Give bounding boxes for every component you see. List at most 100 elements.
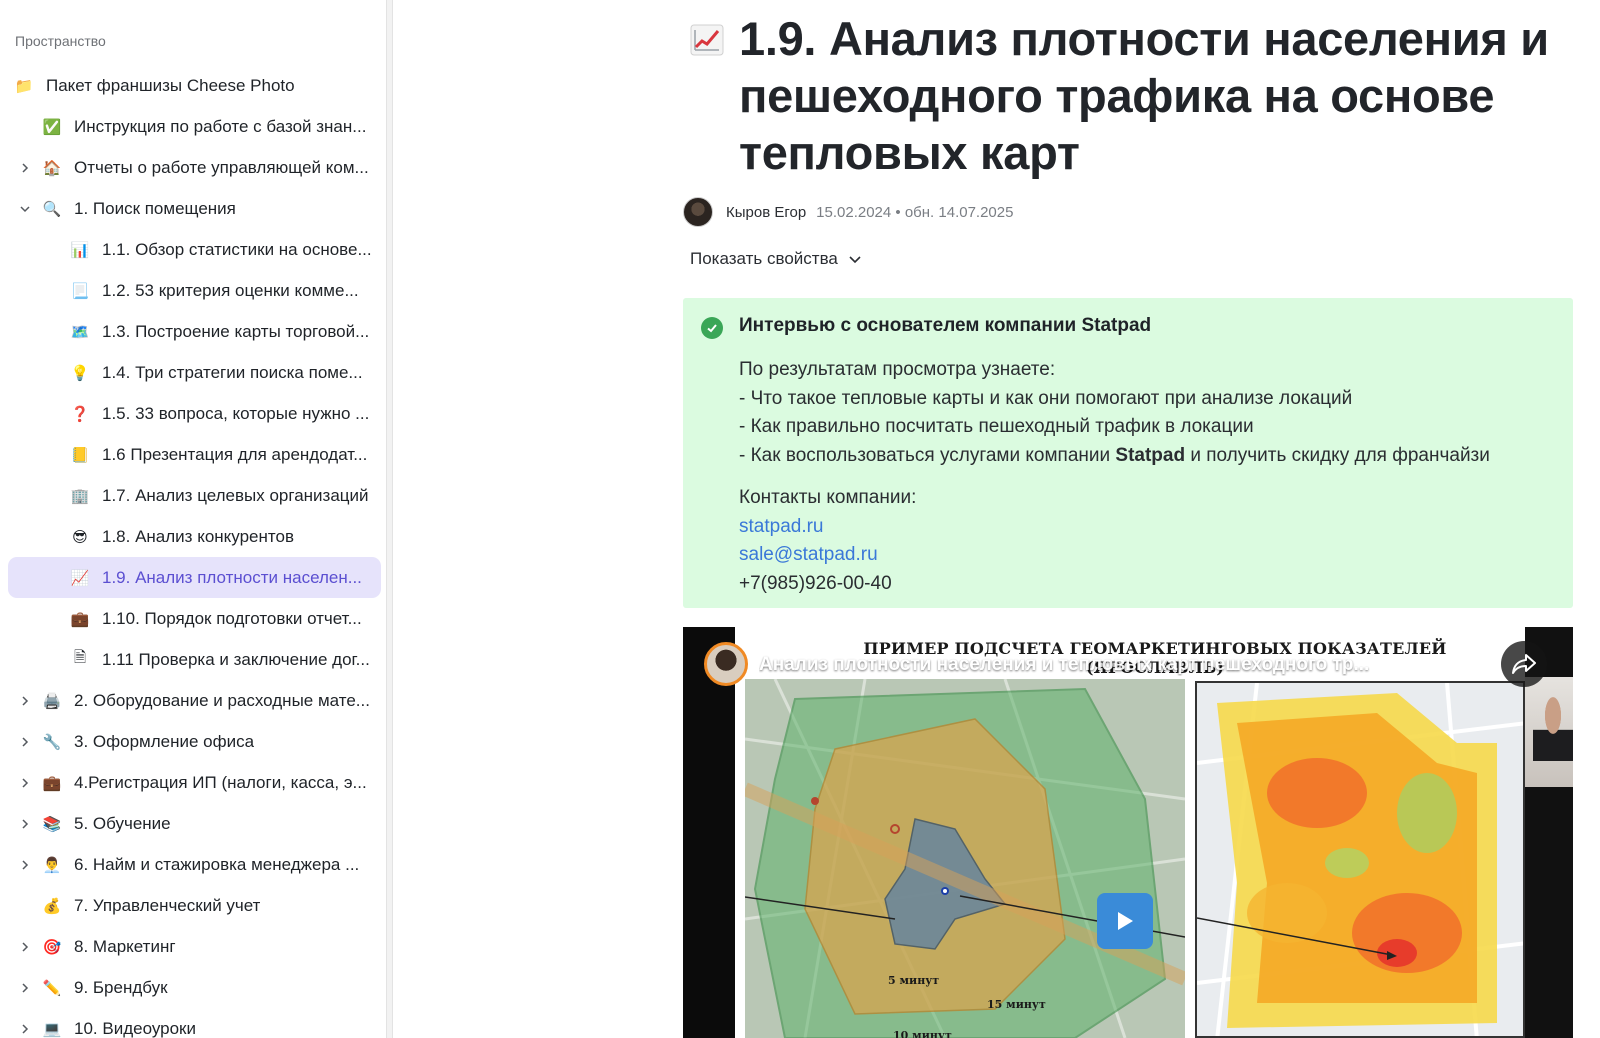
sidebar-item-label: 8. Маркетинг [74,936,176,956]
sidebar-item-label: 5. Обучение [74,813,171,833]
sidebar-item-label: 6. Найм и стажировка менеджера ... [74,854,360,874]
callout-bullet-bold: Statpad [1115,444,1186,466]
question-mark-icon: ❓ [70,405,90,423]
isochrone-map: 5 минут 10 минут [745,679,1185,1038]
sidebar-item-label: 4.Регистрация ИП (налоги, касса, э... [74,772,367,792]
document-icon: 🗎 [73,649,87,666]
chart-increasing-icon [689,22,725,58]
site-link[interactable]: statpad.ru [739,513,916,542]
chevron-right-icon[interactable] [18,940,32,954]
sidebar-item-label: 7. Управленческий учет [74,895,261,915]
sidebar-resize-handle[interactable] [386,0,393,1038]
sidebar-item[interactable]: 👨‍💼 6. Найм и стажировка менеджера ... [0,844,386,885]
channel-avatar[interactable] [704,642,748,686]
author-name[interactable]: Кыров Егор [726,204,806,221]
sidebar-item-label: 1.9. Анализ плотности населен... [102,567,362,587]
share-button[interactable] [1501,641,1547,687]
space-label: Пространство [15,33,106,49]
chevron-right-icon[interactable] [18,776,32,790]
pencil-icon: ✏️ [42,979,62,997]
sidebar-item[interactable]: 🖨️ 2. Оборудование и расходные мате... [0,680,386,721]
isochrone-label-10: 10 минут [893,1029,952,1038]
video-frame: ПРИМЕР ПОДСЧЕТА ГЕОМАРКЕТИНГОВЫХ ПОКАЗАТ… [735,627,1525,1038]
sidebar-item-label: 1.3. Построение карты торговой... [102,321,370,341]
video-letterbox [1525,787,1573,1038]
isochrone-label-5: 5 минут [888,974,940,987]
sidebar-item-label: 10. Видеоуроки [74,1018,196,1038]
chevron-right-icon[interactable] [18,735,32,749]
sidebar: Пространство 📁 Пакет франшизы Cheese Phot… [0,0,393,1038]
sidebar-item[interactable]: ❓ 1.5. 33 вопроса, которые нужно ... [0,393,386,434]
callout-bullet: - Как правильно посчитать пешеходный тра… [739,416,1254,437]
sidebar-item[interactable]: 📚 5. Обучение [0,803,386,844]
sidebar-item[interactable]: 🗺️ 1.3. Построение карты торговой... [0,311,386,352]
sidebar-item[interactable]: ✅ Инструкция по работе с базой знан... [0,106,386,147]
house-icon: 🏠 [42,159,62,177]
sidebar-item[interactable]: ✏️ 9. Брендбук [0,967,386,1008]
sidebar-item-label: 1.5. 33 вопроса, которые нужно ... [102,403,370,423]
play-button[interactable] [1097,893,1153,949]
share-arrow-icon [1512,654,1536,674]
contacts-label: Контакты компании: [739,487,917,508]
sidebar-item[interactable]: 🎯 8. Маркетинг [0,926,386,967]
sidebar-item[interactable]: 📒 1.6 Презентация для арендодат... [0,434,386,475]
sidebar-item[interactable]: 📃 1.2. 53 критерия оценки комме... [0,270,386,311]
page-dates: 15.02.2024 • обн. 14.07.2025 [816,203,1014,221]
callout-bullet: - Как воспользоваться услугами компании … [739,442,1490,471]
video-embed[interactable]: ПРИМЕР ПОДСЧЕТА ГЕОМАРКЕТИНГОВЫХ ПОКАЗАТ… [683,627,1573,1038]
sidebar-item[interactable]: 💡 1.4. Три стратегии поиска поме... [0,352,386,393]
printer-icon: 🖨️ [42,692,62,710]
author-row: Кыров Егор 15.02.2024 • обн. 14.07.2025 [683,197,1013,227]
sidebar-item[interactable]: 💻 10. Видеоуроки [0,1008,386,1038]
sidebar-item[interactable]: 📈 1.9. Анализ плотности населен... [8,557,381,598]
sidebar-item[interactable]: 💰 7. Управленческий учет [0,885,386,926]
callout-heading: Интервью с основателем компании Statpad [739,315,1152,336]
author-avatar[interactable] [683,197,713,227]
email-link[interactable]: sale@statpad.ru [739,541,916,570]
office-building-icon: 🏢 [70,487,90,505]
ledger-icon: 📒 [70,446,90,464]
chevron-right-icon[interactable] [18,817,32,831]
chevron-right-icon[interactable] [18,694,32,708]
chevron-right-icon[interactable] [18,1022,32,1036]
sidebar-item[interactable]: 🔍 1. Поиск помещения [0,188,386,229]
callout-contacts: Контакты компании: statpad.ru sale@statp… [739,484,916,598]
wrench-icon: 🔧 [42,733,62,751]
sidebar-item[interactable]: 🏠 Отчеты о работе управляющей ком... [0,147,386,188]
sidebar-item-label: 2. Оборудование и расходные мате... [74,690,370,710]
check-circle-icon [701,317,723,339]
sidebar-item-label: 1.7. Анализ целевых организаций [102,485,369,505]
sidebar-item-label: 1.6 Презентация для арендодат... [102,444,368,464]
sidebar-item[interactable]: 📊 1.1. Обзор статистики на основе... [0,229,386,270]
sidebar-item-label: 1.1. Обзор статистики на основе... [102,239,372,259]
chevron-right-icon[interactable] [18,161,32,175]
video-letterbox [683,627,735,1038]
callout-body: По результатам просмотра узнаете: - Что … [739,356,1490,470]
show-properties-button[interactable]: Показать свойства [690,249,862,269]
play-icon [1118,912,1133,930]
isochrone-label-15: 15 минут [987,998,1046,1011]
sidebar-item-label: 1.2. 53 критерия оценки комме... [102,280,359,300]
sidebar-item[interactable]: 😎 1.8. Анализ конкурентов [0,516,386,557]
books-icon: 📚 [42,815,62,833]
show-properties-label: Показать свойства [690,249,838,268]
sidebar-item-label: 9. Брендбук [74,977,168,997]
scroll-icon: 📃 [70,282,90,300]
chevron-down-icon[interactable] [18,202,32,216]
sidebar-item[interactable]: 🗎 1.11 Проверка и заключение дог... [0,639,386,680]
sidebar-item-label: Инструкция по работе с базой знан... [74,116,367,136]
chevron-right-icon[interactable] [18,981,32,995]
sidebar-item[interactable]: 📁 Пакет франшизы Cheese Photo [0,65,386,106]
sidebar-item[interactable]: 💼 1.10. Порядок подготовки отчет... [0,598,386,639]
man-icon: 👨‍💼 [42,856,62,874]
sidebar-item[interactable]: 🏢 1.7. Анализ целевых организаций [0,475,386,516]
phone-number: +7(985)926-00-40 [739,572,892,594]
video-title[interactable]: Анализ плотности населения и тепловых ка… [759,654,1399,676]
sidebar-item-label: 3. Оформление офиса [74,731,255,751]
sidebar-item-label: 1.11 Проверка и заключение дог... [102,649,370,669]
light-bulb-icon: 💡 [70,364,90,382]
sidebar-item[interactable]: 💼 4.Регистрация ИП (налоги, касса, э... [0,762,386,803]
magnifier-icon: 🔍 [42,200,62,218]
chevron-right-icon[interactable] [18,858,32,872]
sidebar-item[interactable]: 🔧 3. Оформление офиса [0,721,386,762]
